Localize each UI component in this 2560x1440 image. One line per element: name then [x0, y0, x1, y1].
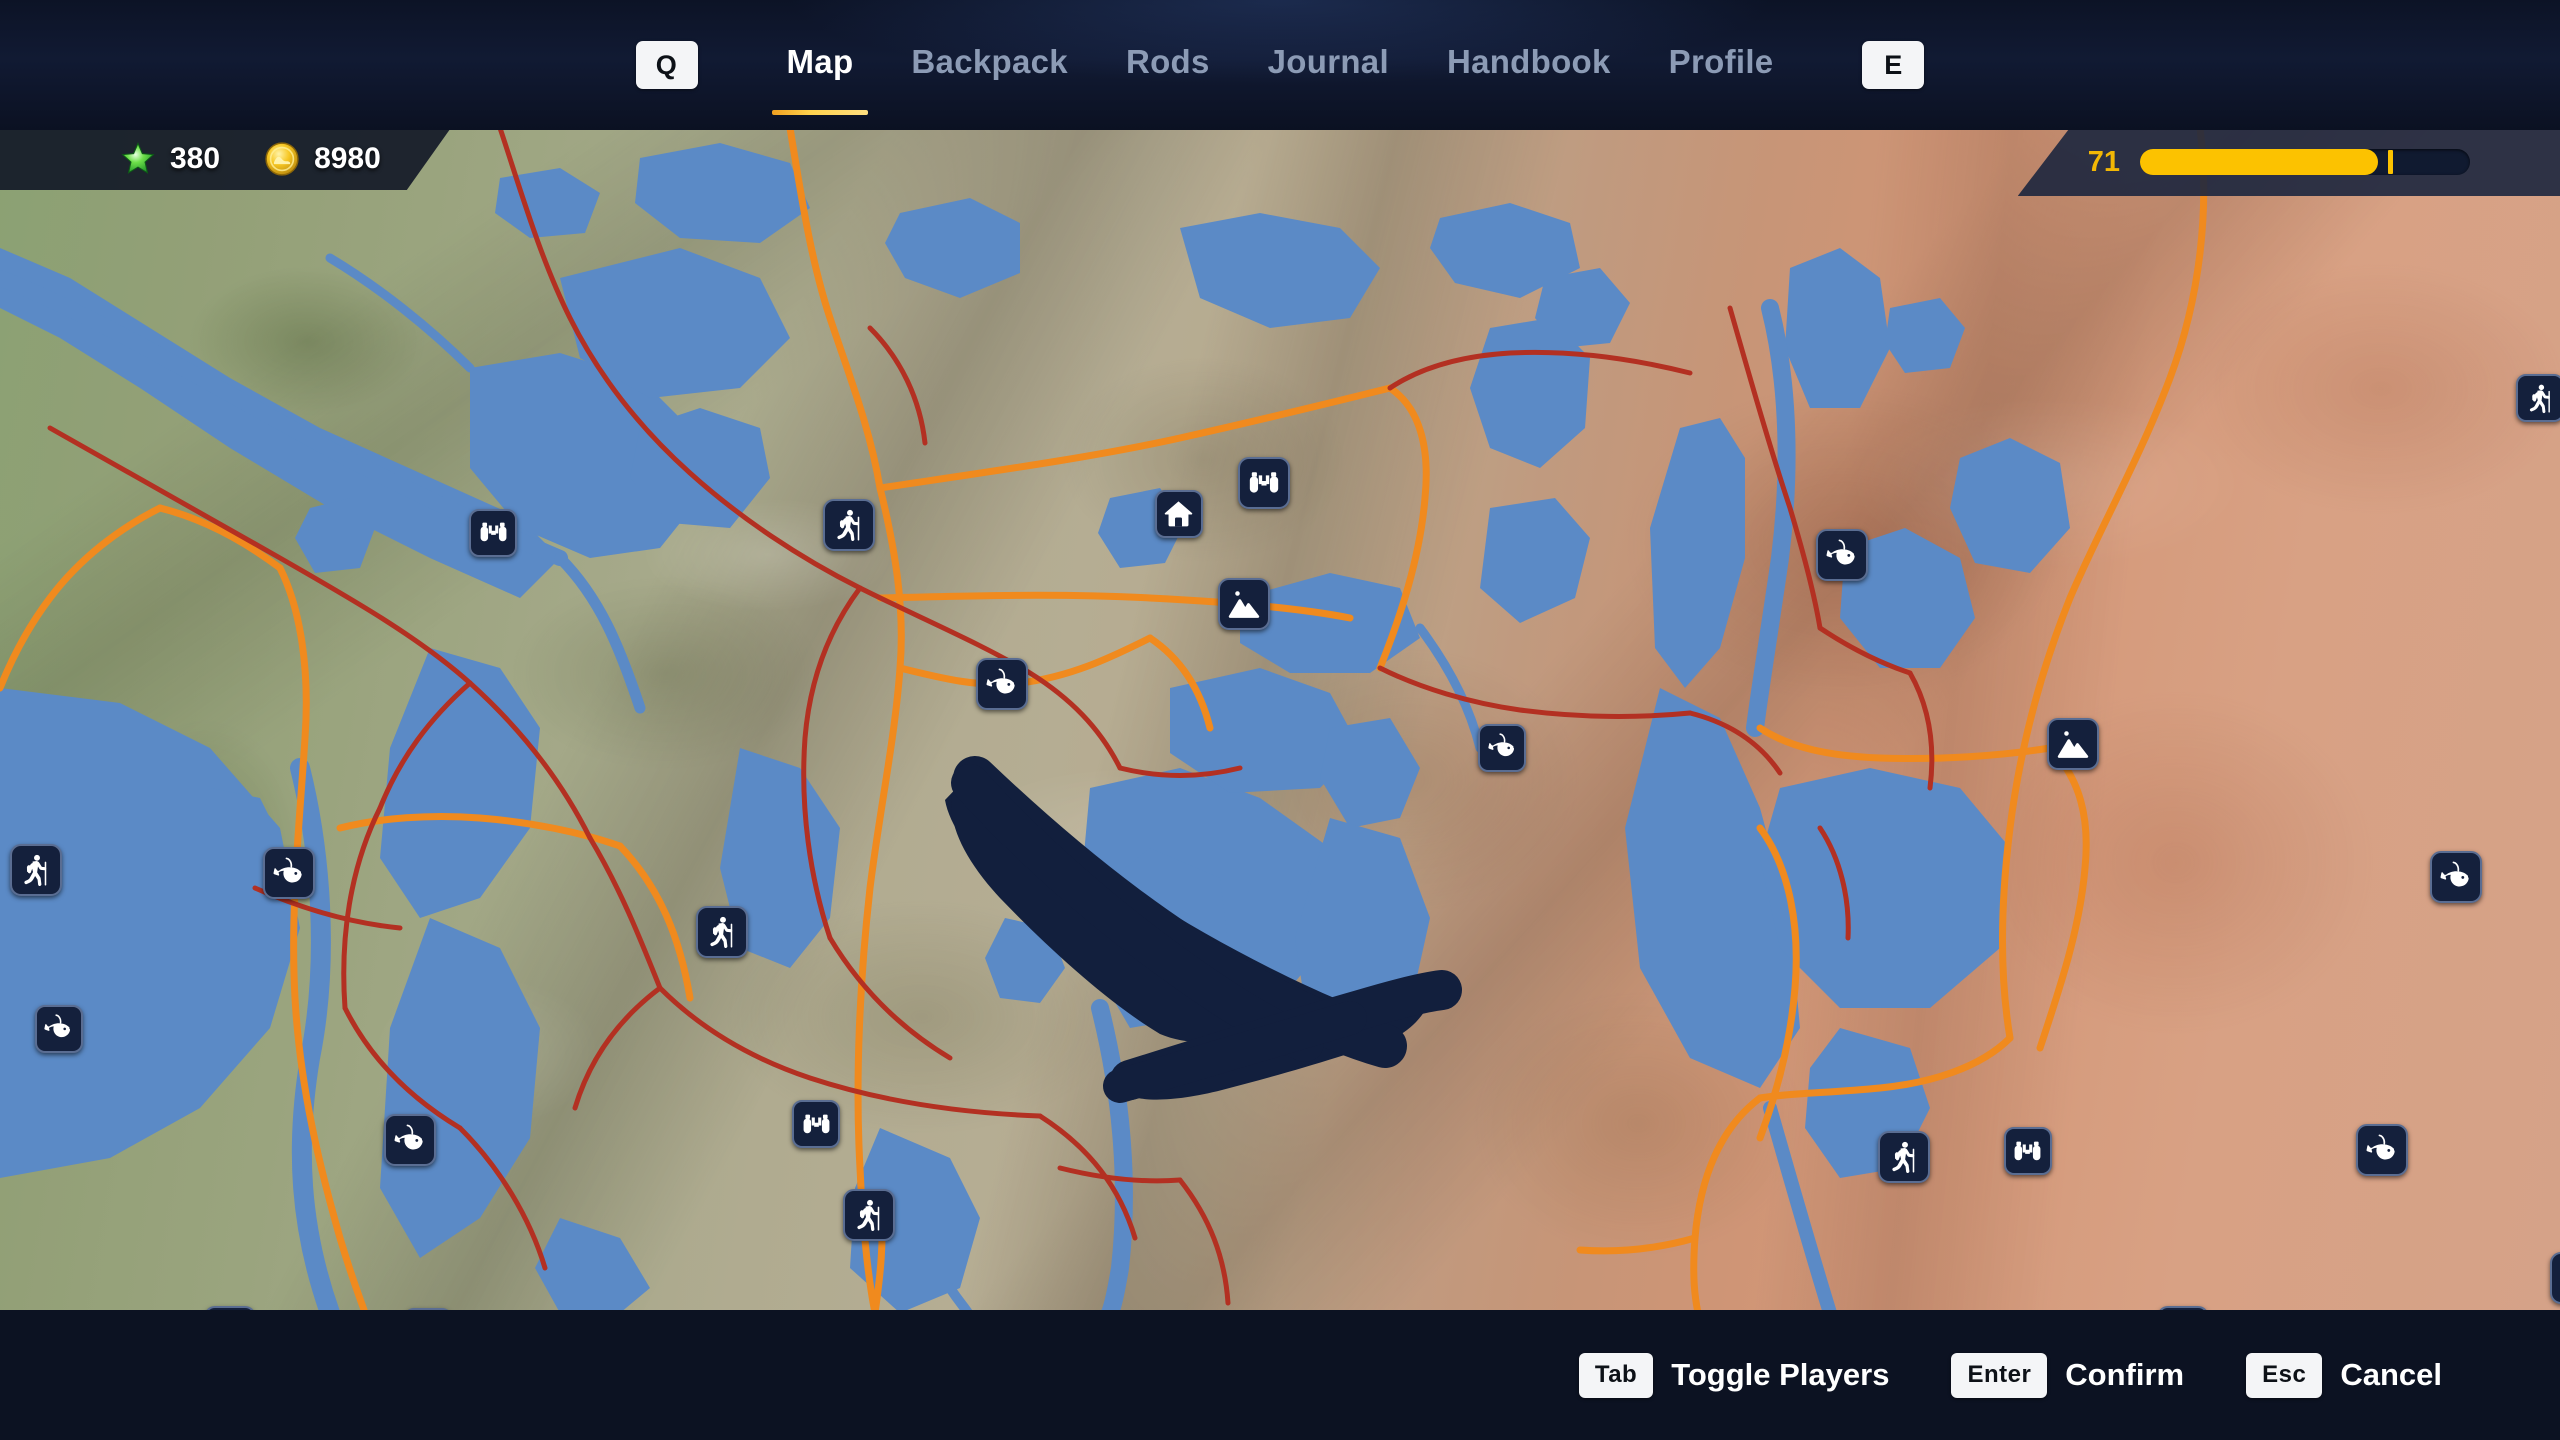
hint-label: Cancel: [2340, 1357, 2442, 1392]
map-marker-mountain[interactable]: [1218, 577, 1271, 630]
tab-handbook[interactable]: Handbook: [1418, 27, 1640, 103]
tab-journal[interactable]: Journal: [1239, 27, 1418, 103]
player-level: 71: [2087, 145, 2120, 178]
resource-hud: 380 8980: [0, 128, 451, 190]
fish-icon: [44, 1014, 71, 1038]
tab-label: Map: [786, 43, 854, 80]
hiker-icon: [1892, 1141, 1914, 1173]
gold-coin-icon: [264, 141, 300, 177]
map-marker-binoculars[interactable]: [792, 1100, 841, 1149]
xp-progress-track: [2140, 149, 2470, 175]
binoculars-icon: [480, 523, 506, 542]
hint-cancel[interactable]: Esc Cancel: [2246, 1352, 2442, 1398]
xp-progress-fill: [2140, 149, 2378, 175]
tab-label: Rods: [1125, 43, 1210, 80]
map-marker-cabin[interactable]: [1154, 489, 1203, 538]
tab-rods[interactable]: Rods: [1097, 27, 1239, 103]
tab-label: Profile: [1668, 43, 1774, 80]
experience-hud: 71: [2017, 128, 2560, 196]
fish-icon: [2440, 861, 2469, 887]
hint-label: Confirm: [2065, 1357, 2185, 1392]
star-value: 380: [170, 142, 221, 175]
fish-icon: [2366, 1134, 2395, 1160]
coin-currency: 8980: [264, 141, 381, 177]
hiker-icon: [709, 917, 732, 949]
binoculars-icon: [1249, 471, 1278, 493]
fish-icon: [273, 857, 302, 883]
map-marker-binoculars[interactable]: [2550, 1251, 2560, 1304]
key-enter[interactable]: Enter: [1951, 1352, 2048, 1398]
world-map[interactable]: [0, 128, 2560, 1313]
footer-hint-bar: Tab Toggle Players Enter Confirm Esc Cancel: [0, 1310, 2560, 1440]
map-marker-hiker[interactable]: [1877, 1130, 1930, 1183]
map-marker-fish[interactable]: [383, 1114, 436, 1167]
key-hint-q[interactable]: Q: [635, 41, 698, 89]
binoculars-icon: [2014, 1141, 2041, 1161]
hiker-icon: [837, 509, 860, 541]
hiker-icon: [24, 854, 47, 886]
map-marker-hiker[interactable]: [9, 843, 62, 896]
map-marker-hiker[interactable]: [822, 498, 875, 551]
map-marker-binoculars[interactable]: [1237, 456, 1290, 509]
map-marker-hiker[interactable]: [695, 906, 748, 959]
tab-label: Journal: [1267, 43, 1389, 80]
hint-toggle-players[interactable]: Tab Toggle Players: [1578, 1352, 1890, 1398]
map-marker-hiker[interactable]: [842, 1189, 895, 1242]
key-hint-e[interactable]: E: [1862, 41, 1925, 89]
top-navigation-bar: Q Map Backpack Rods Journal Handbook Profile …: [0, 0, 2560, 130]
map-marker-binoculars[interactable]: [469, 508, 518, 557]
mountain-icon: [1228, 590, 1260, 618]
fish-icon: [986, 668, 1016, 694]
hint-label: Toggle Players: [1671, 1357, 1890, 1392]
map-marker-fish[interactable]: [1478, 723, 1527, 772]
hiker-icon: [2529, 384, 2550, 414]
xp-progress-marker: [2387, 150, 2393, 174]
tab-map[interactable]: Map: [758, 27, 883, 115]
fish-icon: [1487, 733, 1514, 757]
nav-tab-list: Map Backpack Rods Journal Handbook Profile: [758, 27, 1803, 115]
tab-profile[interactable]: Profile: [1640, 27, 1803, 103]
fish-icon: [394, 1124, 423, 1150]
map-marker-binoculars[interactable]: [2003, 1127, 2052, 1176]
map-marker-fish[interactable]: [262, 846, 315, 899]
map-marker-fish[interactable]: [1815, 528, 1868, 581]
map-marker-hiker[interactable]: [2516, 374, 2560, 423]
map-marker-fish[interactable]: [2356, 1123, 2409, 1176]
green-star-icon: [120, 141, 156, 177]
fish-icon: [1826, 539, 1855, 565]
coin-value: 8980: [314, 142, 381, 175]
tab-backpack[interactable]: Backpack: [882, 27, 1097, 103]
tab-label: Backpack: [911, 43, 1068, 80]
key-esc[interactable]: Esc: [2246, 1352, 2323, 1398]
map-screen: Q Map Backpack Rods Journal Handbook Profile …: [0, 0, 2560, 1440]
star-currency: 380: [120, 141, 220, 177]
key-tab[interactable]: Tab: [1578, 1352, 1654, 1398]
cabin-icon: [1165, 501, 1193, 527]
map-marker-mountain[interactable]: [2047, 717, 2100, 770]
map-marker-fish[interactable]: [976, 657, 1029, 710]
binoculars-icon: [803, 1114, 830, 1133]
hint-confirm[interactable]: Enter Confirm: [1951, 1352, 2185, 1398]
tab-label: Handbook: [1446, 43, 1611, 80]
mountain-icon: [2058, 730, 2089, 758]
map-marker-fish[interactable]: [34, 1004, 83, 1053]
hiker-icon: [856, 1199, 879, 1232]
map-marker-fish[interactable]: [2429, 850, 2482, 903]
